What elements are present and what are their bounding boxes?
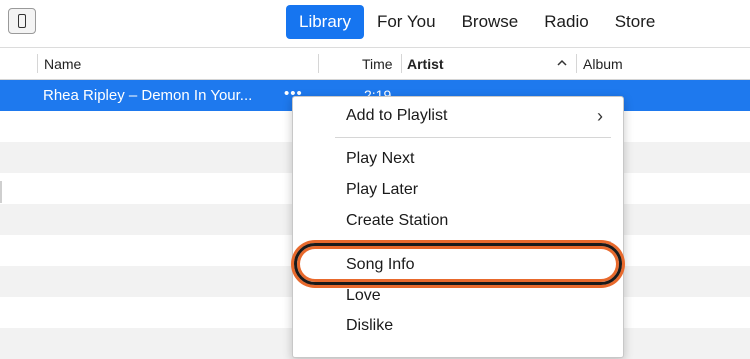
menu-separator — [335, 137, 611, 138]
tab-store[interactable]: Store — [602, 5, 669, 39]
column-header-time[interactable]: Time — [362, 48, 393, 79]
menu-item-create-station[interactable]: Create Station — [293, 206, 623, 236]
column-divider — [318, 54, 319, 73]
nav-tabs: Library For You Browse Radio Store — [286, 5, 668, 39]
chevron-up-icon[interactable] — [556, 55, 568, 71]
menu-item-play-next[interactable]: Play Next — [293, 144, 623, 174]
column-divider — [401, 54, 402, 73]
menu-item-song-info[interactable]: Song Info — [293, 250, 623, 280]
tab-library[interactable]: Library — [286, 5, 364, 39]
toolbar: Library For You Browse Radio Store — [0, 0, 750, 47]
song-name: Rhea Ripley – Demon In Your... — [43, 87, 253, 104]
chevron-right-icon: › — [597, 106, 603, 126]
column-divider — [576, 54, 577, 73]
menu-item-play-later[interactable]: Play Later — [293, 175, 623, 205]
device-button[interactable] — [8, 8, 36, 34]
list-edge-marker — [0, 181, 2, 203]
phone-icon — [18, 14, 26, 28]
menu-item-dislike[interactable]: Dislike — [293, 311, 623, 341]
column-header: Name Time Artist Album — [0, 48, 750, 80]
tab-radio[interactable]: Radio — [531, 5, 601, 39]
tab-for-you[interactable]: For You — [364, 5, 449, 39]
menu-separator — [335, 241, 611, 242]
column-header-album[interactable]: Album — [583, 48, 623, 79]
menu-item-love[interactable]: Love — [293, 281, 623, 311]
context-menu: Add to Playlist › Play Next Play Later C… — [292, 96, 624, 358]
column-divider — [37, 54, 38, 73]
menu-item-add-to-playlist[interactable]: Add to Playlist › — [293, 101, 623, 131]
menu-item-label: Add to Playlist — [346, 107, 448, 124]
tab-browse[interactable]: Browse — [449, 5, 532, 39]
column-header-artist[interactable]: Artist — [407, 48, 444, 79]
column-header-name[interactable]: Name — [44, 48, 81, 79]
